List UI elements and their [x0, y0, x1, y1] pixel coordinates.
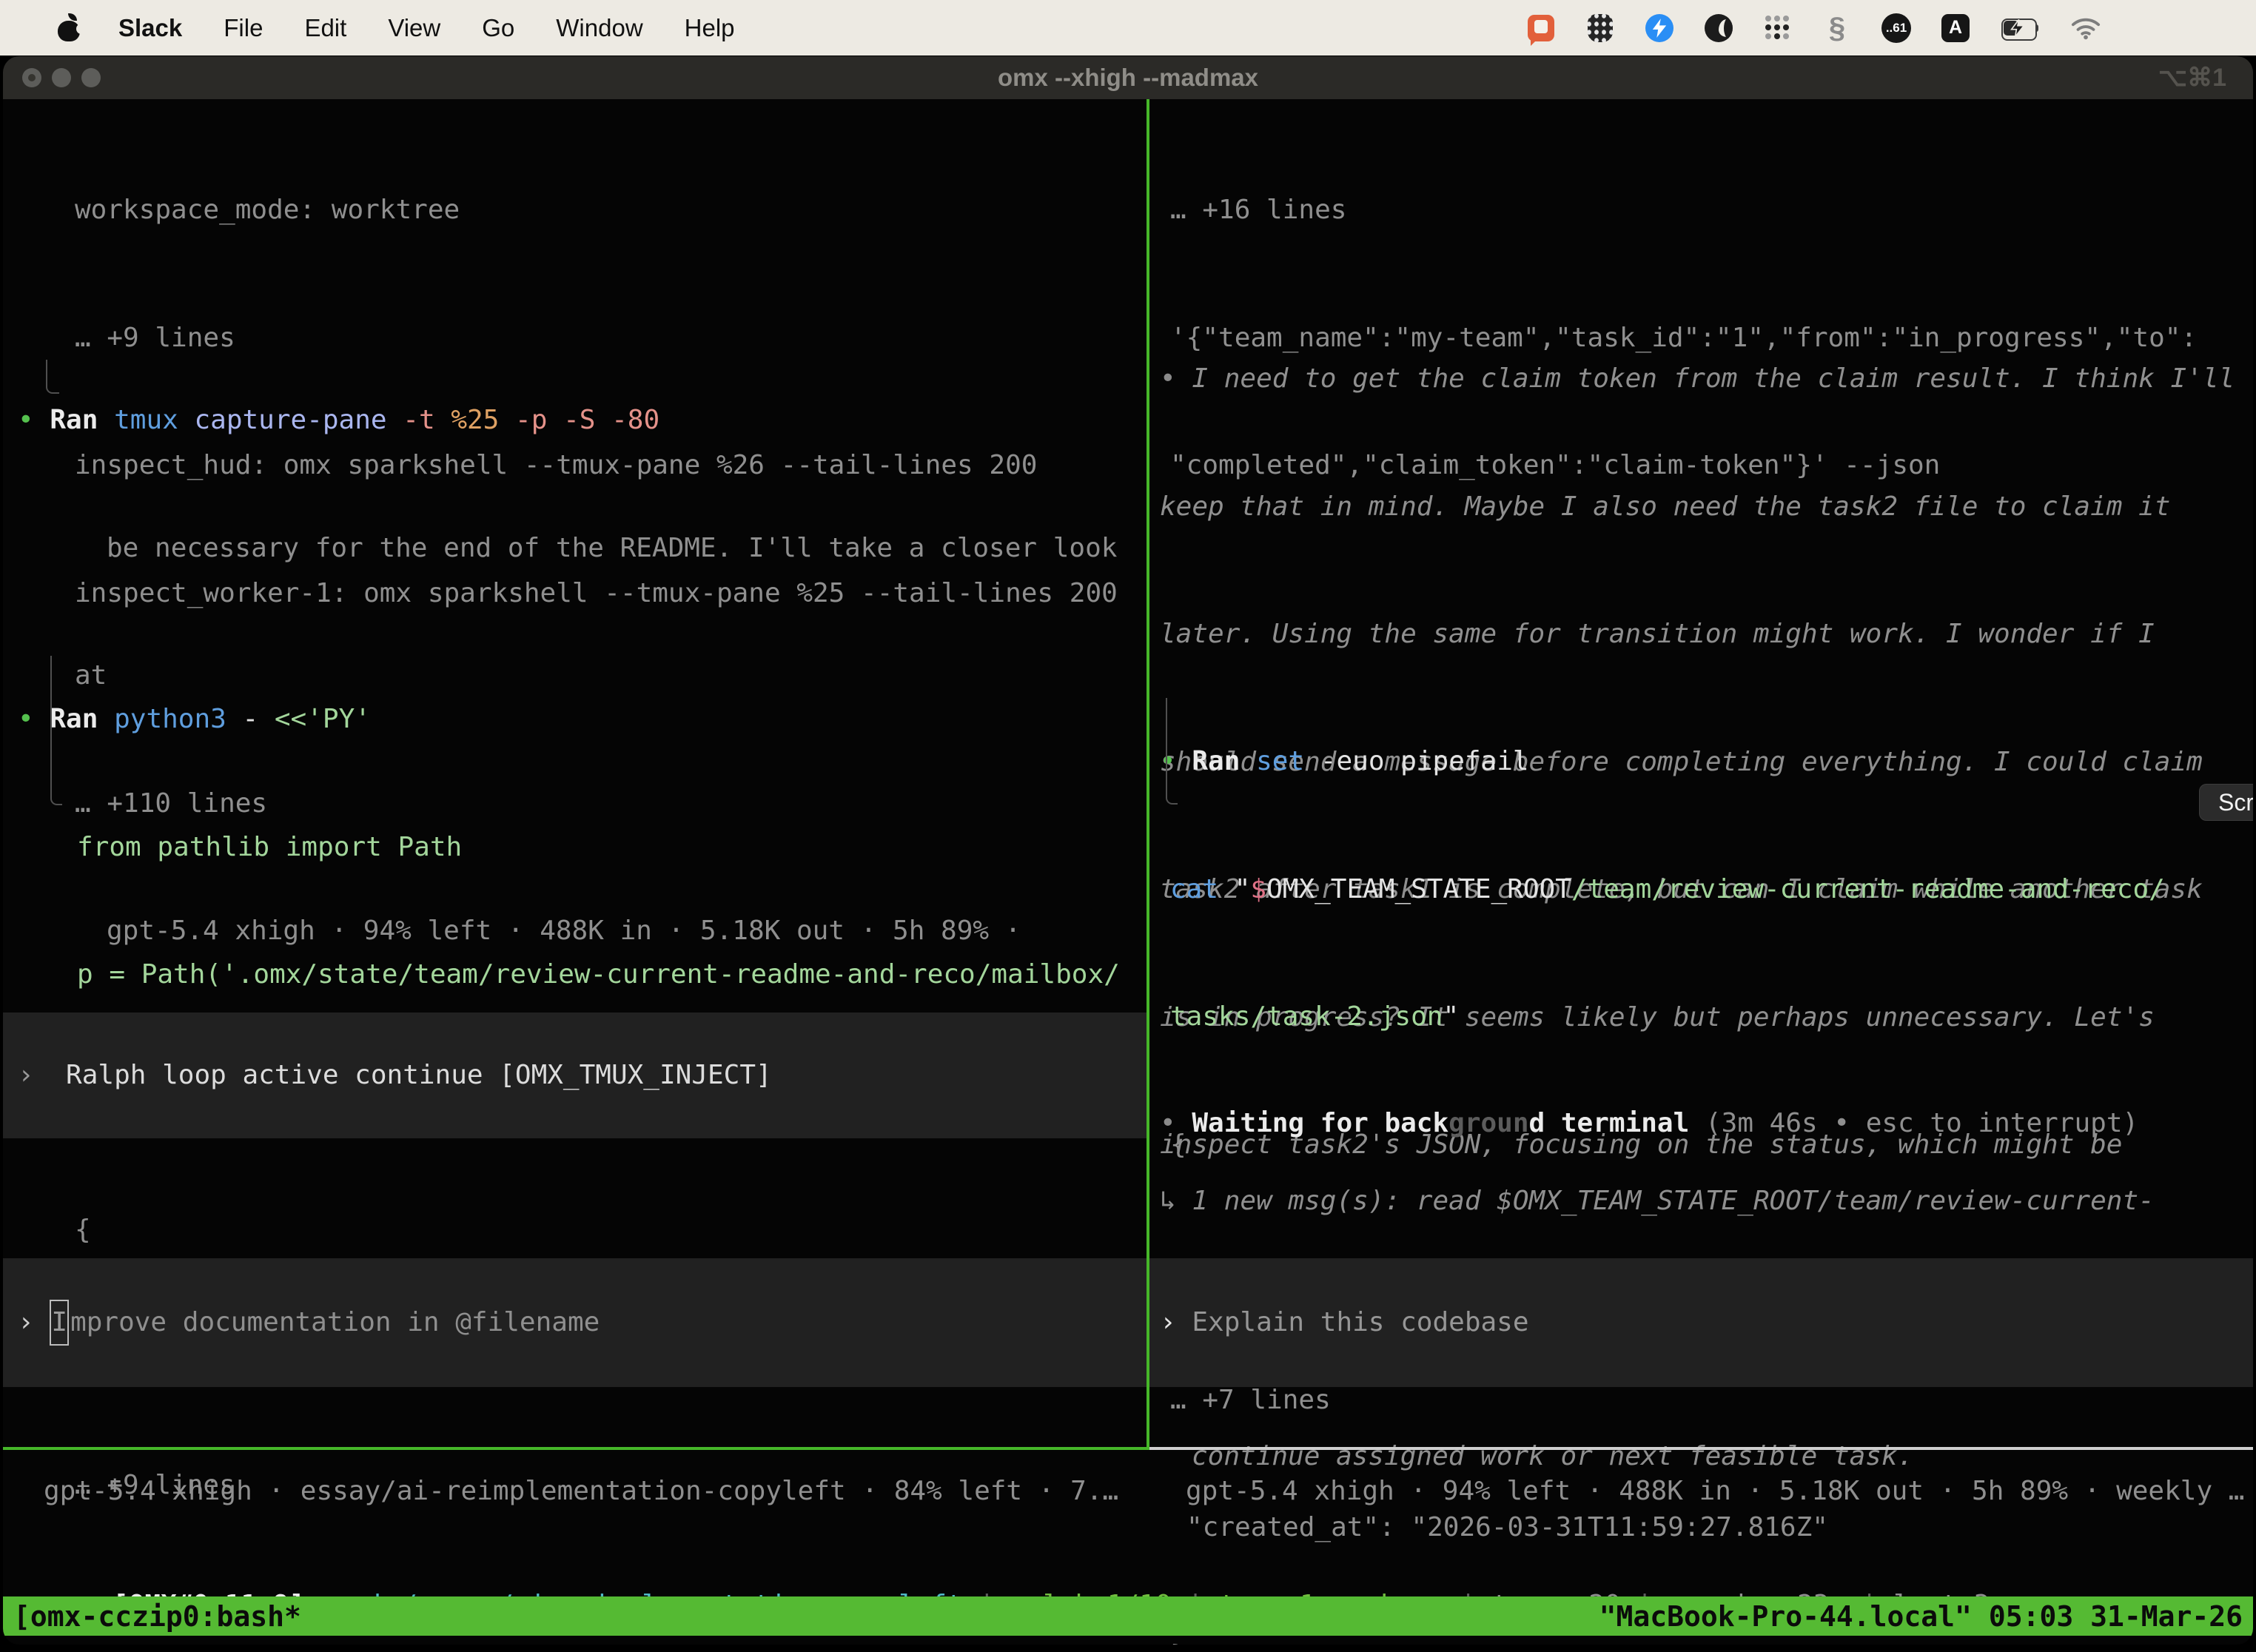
terminal-line: workspace_mode: worktree	[18, 189, 1118, 232]
command-line: • Ran tmux capture-pane -t %25 -p -S -80	[18, 399, 1117, 442]
ralph-loop-banner: › Ralph loop active continue [OMX_TMUX_I…	[3, 1013, 1147, 1138]
code-line: from pathlib import Path	[18, 826, 1120, 869]
left-pane-border	[3, 1447, 1147, 1450]
menu-app-slack[interactable]: Slack	[98, 14, 203, 42]
thought-line: later. Using the same for transition mig…	[1160, 613, 2253, 656]
window-title: omx --xhigh --madmax	[3, 64, 2253, 92]
right-pane-border	[1149, 1447, 2253, 1450]
menu-go[interactable]: Go	[461, 14, 535, 42]
charging-bolt-icon	[2010, 19, 2025, 37]
terminal-window: omx --xhigh --madmax ⌥⌘1 workspace_mode:…	[3, 56, 2253, 1645]
command-line: • Ran set -euo pipefail	[1160, 740, 2165, 783]
chevron-prompt-icon: ›	[18, 1307, 34, 1337]
tmux-session-name[interactable]: [omx-cczip0:bash*	[13, 1600, 301, 1633]
bullet-icon: •	[18, 704, 34, 734]
chevron-prompt-icon: ›	[1160, 1307, 1176, 1337]
menu-help[interactable]: Help	[664, 14, 756, 42]
keyboard-a-icon[interactable]: A	[1941, 13, 1970, 43]
bolt-glyph	[1651, 19, 1668, 38]
terminal-line: … +16 lines	[1160, 189, 2197, 232]
menu-file[interactable]: File	[203, 14, 283, 42]
screen: Slack File Edit View Go Window Help §	[0, 0, 2256, 1652]
tmux-host-clock: "MacBook-Pro-44.local" 05:03 31-Mar-26	[1599, 1600, 2243, 1633]
chevron-prompt-icon: ›	[18, 1060, 34, 1090]
chat-app-icon[interactable]	[1526, 13, 1556, 43]
right-prompt-input[interactable]: › Explain this codebase	[1149, 1258, 2253, 1387]
tmux-status-bar: [omx-cczip0:bash* "MacBook-Pro-44.local"…	[3, 1596, 2253, 1636]
placeholder-text: Explain this codebase	[1192, 1307, 1528, 1337]
apple-menu-icon[interactable]	[56, 13, 81, 43]
bullet-icon: •	[1160, 363, 1176, 394]
code-line: p = Path('.omx/state/team/review-current…	[18, 953, 1120, 996]
window-title-bar: omx --xhigh --madmax ⌥⌘1	[3, 56, 2253, 99]
command-line: cat "$OMX_TEAM_STATE_ROOT/team/review-cu…	[1160, 868, 2165, 911]
battery-icon[interactable]	[2000, 13, 2041, 43]
pane-divider[interactable]	[1147, 99, 1149, 1450]
output-elbow	[1166, 698, 1178, 805]
menu-edit[interactable]: Edit	[283, 14, 367, 42]
text-cursor: I	[50, 1300, 69, 1346]
badge-61-icon[interactable]: ..61	[1881, 13, 1911, 43]
terminal-line: be necessary for the end of the README. …	[18, 527, 1117, 570]
hook-icon[interactable]: §	[1822, 13, 1852, 43]
output-elbow	[50, 656, 62, 805]
wifi-icon[interactable]	[2071, 13, 2101, 43]
menu-view[interactable]: View	[367, 14, 461, 42]
grid-shield-icon[interactable]	[1585, 13, 1615, 43]
thought-line: keep that in mind. Maybe I also need the…	[1160, 486, 2253, 528]
bullet-icon: •	[18, 405, 34, 435]
command-line: • Ran python3 - <<'PY'	[18, 698, 1120, 741]
return-arrow-icon: ↳	[1160, 1186, 1176, 1216]
output-elbow	[46, 360, 59, 394]
placeholder-text: mprove documentation in @filename	[70, 1307, 600, 1337]
contrast-icon[interactable]	[1704, 13, 1733, 43]
dots-grid-icon[interactable]	[1763, 13, 1793, 43]
left-prompt-input[interactable]: › Improve documentation in @filename	[3, 1258, 1147, 1387]
messenger-icon[interactable]	[1645, 13, 1674, 43]
screen-tooltip: Scre	[2199, 784, 2253, 821]
menu-window[interactable]: Window	[535, 14, 663, 42]
window-shortcut-badge: ⌥⌘1	[2158, 63, 2226, 93]
macos-menu-bar: Slack File Edit View Go Window Help §	[0, 0, 2256, 56]
